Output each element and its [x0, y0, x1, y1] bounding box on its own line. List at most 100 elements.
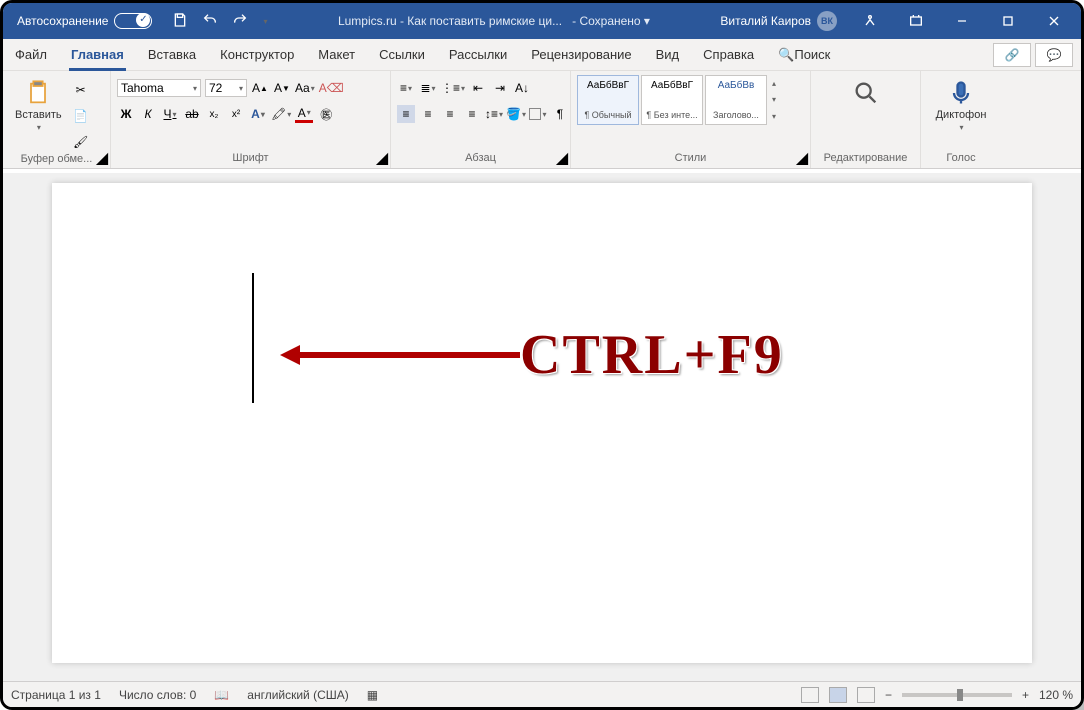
sort-icon[interactable]: A↓: [513, 79, 531, 97]
annotation-overlay: CTRL+F9: [280, 323, 784, 387]
tab-file[interactable]: Файл: [3, 39, 59, 71]
align-center-icon[interactable]: ≡: [419, 105, 437, 123]
group-voice: Диктофон▾ Голос: [921, 71, 1001, 168]
comments-button[interactable]: 💬: [1035, 43, 1073, 67]
tab-home[interactable]: Главная: [59, 39, 136, 71]
tab-review[interactable]: Рецензирование: [519, 39, 643, 71]
superscript-button[interactable]: x²: [227, 105, 245, 123]
font-size-select[interactable]: 72▾: [205, 79, 247, 97]
show-marks-icon[interactable]: ¶: [551, 105, 569, 123]
group-editing: Редактирование: [811, 71, 921, 168]
tab-view[interactable]: Вид: [644, 39, 692, 71]
styles-more-icon[interactable]: ▾: [772, 112, 776, 121]
paste-button[interactable]: Вставить ▾: [9, 75, 68, 151]
borders-icon[interactable]: ▾: [529, 105, 547, 123]
ribbon: Вставить ▾ ✂ 📄 🖌 Буфер обме... ◢ Tahoma▾…: [3, 71, 1081, 169]
tab-mailings[interactable]: Рассылки: [437, 39, 519, 71]
clear-format-icon[interactable]: A⌫: [319, 79, 344, 97]
copy-icon[interactable]: 📄: [72, 107, 90, 125]
align-left-icon[interactable]: ≡: [397, 105, 415, 123]
numbering-icon[interactable]: ≣▾: [419, 79, 437, 97]
zoom-out-button[interactable]: −: [885, 688, 892, 702]
minimize-button[interactable]: [939, 3, 985, 39]
print-layout-icon[interactable]: [829, 687, 847, 703]
page-indicator[interactable]: Страница 1 из 1: [11, 688, 101, 702]
annotation-text: CTRL+F9: [520, 323, 784, 387]
document-area[interactable]: CTRL+F9: [3, 173, 1081, 681]
styles-down-icon[interactable]: ▾: [772, 95, 776, 104]
find-button[interactable]: [817, 75, 914, 111]
style-normal[interactable]: АаБбВвГ¶ Обычный: [577, 75, 639, 125]
ribbon-display-icon[interactable]: [893, 3, 939, 39]
read-mode-icon[interactable]: [801, 687, 819, 703]
macro-icon[interactable]: ▦: [367, 688, 378, 702]
toggle-icon: [114, 13, 152, 29]
shrink-font-icon[interactable]: A▼: [273, 79, 291, 97]
tab-insert[interactable]: Вставка: [136, 39, 208, 71]
font-dialog-icon[interactable]: ◢: [376, 152, 388, 164]
italic-button[interactable]: К: [139, 105, 157, 123]
close-button[interactable]: [1031, 3, 1077, 39]
quick-access-toolbar: ▾: [162, 12, 277, 31]
style-heading1[interactable]: АаБбВвЗаголово...: [705, 75, 767, 125]
tab-layout[interactable]: Макет: [306, 39, 367, 71]
grow-font-icon[interactable]: A▲: [251, 79, 269, 97]
change-case-icon[interactable]: Aa▾: [295, 79, 315, 97]
zoom-in-button[interactable]: +: [1022, 688, 1029, 702]
align-right-icon[interactable]: ≡: [441, 105, 459, 123]
shading-icon[interactable]: 🪣▾: [507, 105, 525, 123]
undo-icon[interactable]: [202, 12, 218, 31]
word-count[interactable]: Число слов: 0: [119, 688, 196, 702]
group-paragraph: ≡▾ ≣▾ ⋮≡▾ ⇤ ⇥ A↓ ≡ ≡ ≡ ≡ ↕≡▾ 🪣▾ ▾ ¶ Абза…: [391, 71, 571, 168]
cut-icon[interactable]: ✂: [72, 81, 90, 99]
web-layout-icon[interactable]: [857, 687, 875, 703]
dictate-button[interactable]: Диктофон▾: [927, 75, 995, 136]
options-icon[interactable]: [847, 3, 893, 39]
underline-button[interactable]: Ч▾: [161, 105, 179, 123]
ribbon-tabs: Файл Главная Вставка Конструктор Макет С…: [3, 39, 1081, 71]
style-nospacing[interactable]: АаБбВвГ¶ Без инте...: [641, 75, 703, 125]
maximize-button[interactable]: [985, 3, 1031, 39]
spell-check-icon[interactable]: 📖: [214, 688, 229, 702]
qat-more-icon[interactable]: ▾: [263, 17, 267, 26]
bold-button[interactable]: Ж: [117, 105, 135, 123]
styles-up-icon[interactable]: ▴: [772, 79, 776, 88]
redo-icon[interactable]: [232, 12, 248, 31]
group-font: Tahoma▾ 72▾ A▲ A▼ Aa▾ A⌫ Ж К Ч▾ ab x₂ x²…: [111, 71, 391, 168]
decrease-indent-icon[interactable]: ⇤: [469, 79, 487, 97]
group-styles: АаБбВвГ¶ Обычный АаБбВвГ¶ Без инте... Аа…: [571, 71, 811, 168]
title-bar: Автосохранение ▾ Lumpics.ru - Как постав…: [3, 3, 1081, 39]
tab-design[interactable]: Конструктор: [208, 39, 306, 71]
page[interactable]: CTRL+F9: [52, 183, 1032, 663]
para-dialog-icon[interactable]: ◢: [556, 152, 568, 164]
share-button[interactable]: 🔗: [993, 43, 1031, 67]
strike-button[interactable]: ab: [183, 105, 201, 123]
tab-references[interactable]: Ссылки: [367, 39, 437, 71]
avatar: ВК: [817, 11, 837, 31]
text-effects-icon[interactable]: A▾: [249, 105, 267, 123]
user-info[interactable]: Виталий Каиров ВК: [710, 11, 847, 31]
clipboard-dialog-icon[interactable]: ◢: [96, 152, 108, 164]
format-painter-icon[interactable]: 🖌: [72, 133, 90, 151]
save-icon[interactable]: [172, 12, 188, 31]
zoom-level[interactable]: 120 %: [1039, 688, 1073, 702]
autosave-toggle[interactable]: Автосохранение: [7, 13, 162, 29]
font-color-icon[interactable]: A▾: [295, 105, 313, 123]
subscript-button[interactable]: x₂: [205, 105, 223, 123]
multilevel-icon[interactable]: ⋮≡▾: [441, 79, 465, 97]
font-name-select[interactable]: Tahoma▾: [117, 79, 201, 97]
language-indicator[interactable]: английский (США): [247, 688, 348, 702]
saved-status: - Сохранено ▾: [572, 14, 650, 28]
bullets-icon[interactable]: ≡▾: [397, 79, 415, 97]
enclose-icon[interactable]: ㊩: [317, 105, 335, 123]
tab-help[interactable]: Справка: [691, 39, 766, 71]
highlight-icon[interactable]: 🖍▾: [271, 105, 291, 123]
tab-search[interactable]: 🔍 Поиск: [766, 39, 842, 71]
increase-indent-icon[interactable]: ⇥: [491, 79, 509, 97]
styles-dialog-icon[interactable]: ◢: [796, 152, 808, 164]
group-clipboard: Вставить ▾ ✂ 📄 🖌 Буфер обме... ◢: [3, 71, 111, 168]
line-spacing-icon[interactable]: ↕≡▾: [485, 105, 503, 123]
zoom-slider[interactable]: [902, 693, 1012, 697]
text-cursor: [252, 273, 254, 403]
justify-icon[interactable]: ≡: [463, 105, 481, 123]
